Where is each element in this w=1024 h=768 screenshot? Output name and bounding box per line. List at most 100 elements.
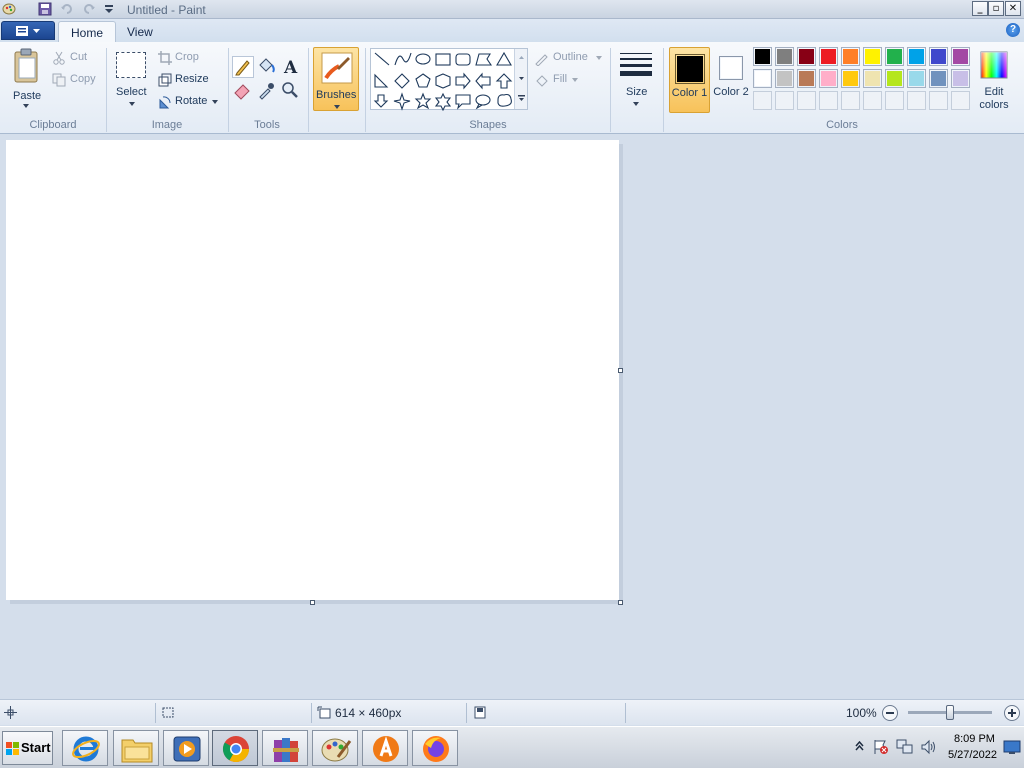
taskbar-paint[interactable] bbox=[312, 730, 358, 766]
palette-swatch[interactable] bbox=[951, 47, 970, 66]
fill-tool[interactable] bbox=[256, 56, 278, 78]
taskbar-avast[interactable] bbox=[362, 730, 408, 766]
show-desktop-icon bbox=[1003, 740, 1021, 754]
redo-icon[interactable] bbox=[82, 2, 96, 16]
text-tool[interactable]: A bbox=[280, 56, 302, 78]
taskbar-chrome[interactable] bbox=[212, 730, 258, 766]
taskbar-media-player[interactable] bbox=[163, 730, 209, 766]
cut-button[interactable]: Cut bbox=[52, 50, 102, 68]
taskbar-winrar[interactable] bbox=[262, 730, 308, 766]
palette-swatch[interactable] bbox=[907, 91, 926, 110]
taskbar-file-explorer[interactable] bbox=[113, 730, 159, 766]
palette-swatch[interactable] bbox=[863, 69, 882, 88]
palette-swatch[interactable] bbox=[797, 91, 816, 110]
zoom-slider-thumb[interactable] bbox=[946, 705, 954, 720]
color1-button[interactable]: Color 1 bbox=[669, 47, 710, 113]
drawing-canvas[interactable] bbox=[6, 140, 619, 600]
zoom-slider[interactable] bbox=[908, 705, 992, 720]
tab-home[interactable]: Home bbox=[58, 21, 117, 42]
palette-swatch[interactable] bbox=[797, 69, 816, 88]
palette-swatch[interactable] bbox=[841, 91, 860, 110]
palette-swatch[interactable] bbox=[775, 91, 794, 110]
palette-swatch[interactable] bbox=[907, 47, 926, 66]
palette-swatch-color bbox=[865, 71, 880, 86]
outline-button[interactable]: Outline bbox=[534, 50, 606, 68]
start-button[interactable]: Start bbox=[2, 731, 53, 765]
action-center-flag-icon[interactable] bbox=[873, 739, 889, 755]
palette-swatch[interactable] bbox=[907, 69, 926, 88]
network-icon[interactable] bbox=[896, 739, 914, 755]
paint-app-icon[interactable] bbox=[2, 2, 16, 16]
palette-swatch[interactable] bbox=[775, 69, 794, 88]
canvas-resize-handle-corner[interactable] bbox=[618, 600, 623, 605]
shapes-scrollbar[interactable] bbox=[514, 49, 527, 109]
palette-swatch[interactable] bbox=[819, 69, 838, 88]
shapes-group-label: Shapes bbox=[469, 119, 507, 131]
shapes-gallery[interactable] bbox=[370, 48, 528, 111]
crop-icon bbox=[158, 51, 172, 65]
clock-time[interactable]: 8:09 PM bbox=[954, 733, 995, 745]
tab-view[interactable]: View bbox=[115, 21, 165, 42]
canvas-resize-handle-bottom[interactable] bbox=[310, 600, 315, 605]
customize-toolbar-dropdown-icon[interactable] bbox=[102, 2, 116, 16]
rotate-button[interactable]: Rotate bbox=[158, 94, 222, 112]
drawing-workspace[interactable] bbox=[0, 135, 1024, 698]
palette-swatch[interactable] bbox=[841, 69, 860, 88]
show-hidden-icons-chevron-icon[interactable] bbox=[855, 741, 864, 751]
canvas-resize-handle-right[interactable] bbox=[618, 368, 623, 373]
palette-swatch[interactable] bbox=[753, 91, 772, 110]
edit-colors-button[interactable]: Edit colors bbox=[975, 47, 1013, 113]
save-icon[interactable] bbox=[38, 2, 52, 16]
palette-swatch[interactable] bbox=[929, 69, 948, 88]
show-desktop-button[interactable] bbox=[1003, 739, 1021, 755]
color-picker-tool[interactable] bbox=[256, 80, 278, 102]
palette-swatch[interactable] bbox=[951, 69, 970, 88]
magnifier-tool[interactable] bbox=[280, 80, 302, 102]
pencil-icon bbox=[235, 60, 250, 76]
restore-button[interactable]: ▫ bbox=[988, 1, 1004, 16]
select-label: Select bbox=[116, 86, 147, 98]
brushes-button[interactable]: Brushes bbox=[313, 47, 359, 111]
resize-button[interactable]: Resize bbox=[158, 72, 218, 90]
clock-date[interactable]: 5/27/2022 bbox=[948, 749, 997, 761]
paste-button[interactable]: Paste bbox=[6, 46, 46, 114]
palette-swatch[interactable] bbox=[797, 47, 816, 66]
paint-menu-button[interactable] bbox=[1, 21, 55, 40]
palette-swatch[interactable] bbox=[753, 47, 772, 66]
undo-icon[interactable] bbox=[60, 2, 74, 16]
fill-button[interactable]: Fill bbox=[534, 72, 594, 90]
palette-swatch[interactable] bbox=[753, 69, 772, 88]
palette-swatch[interactable] bbox=[775, 47, 794, 66]
palette-swatch[interactable] bbox=[929, 47, 948, 66]
copy-icon bbox=[52, 73, 66, 87]
palette-swatch[interactable] bbox=[841, 47, 860, 66]
palette-swatch[interactable] bbox=[929, 91, 948, 110]
crop-button[interactable]: Crop bbox=[158, 50, 218, 68]
pencil-tool[interactable] bbox=[232, 56, 254, 78]
palette-swatch[interactable] bbox=[951, 91, 970, 110]
help-icon[interactable]: ? bbox=[1006, 23, 1020, 37]
firefox-icon bbox=[423, 736, 449, 762]
palette-swatch-color bbox=[887, 49, 902, 64]
palette-swatch[interactable] bbox=[819, 47, 838, 66]
eraser-tool[interactable] bbox=[232, 80, 254, 102]
palette-swatch[interactable] bbox=[885, 47, 904, 66]
palette-swatch[interactable] bbox=[885, 69, 904, 88]
taskbar-internet-explorer[interactable] bbox=[62, 730, 108, 766]
palette-swatch[interactable] bbox=[885, 91, 904, 110]
zoom-in-button[interactable] bbox=[1004, 705, 1020, 721]
color2-button[interactable]: Color 2 bbox=[713, 47, 749, 113]
palette-swatch-color bbox=[843, 71, 858, 86]
palette-swatch[interactable] bbox=[819, 91, 838, 110]
copy-button[interactable]: Copy bbox=[52, 72, 102, 90]
volume-icon[interactable] bbox=[920, 739, 938, 755]
palette-swatch[interactable] bbox=[863, 47, 882, 66]
taskbar-firefox[interactable] bbox=[412, 730, 458, 766]
palette-swatch[interactable] bbox=[863, 91, 882, 110]
zoom-out-button[interactable] bbox=[882, 705, 898, 721]
selection-size-icon bbox=[162, 707, 174, 718]
close-button[interactable]: ✕ bbox=[1005, 1, 1021, 16]
select-button[interactable]: Select bbox=[112, 46, 152, 114]
size-button[interactable]: Size bbox=[616, 46, 656, 112]
minimize-button[interactable]: _ bbox=[972, 1, 988, 16]
